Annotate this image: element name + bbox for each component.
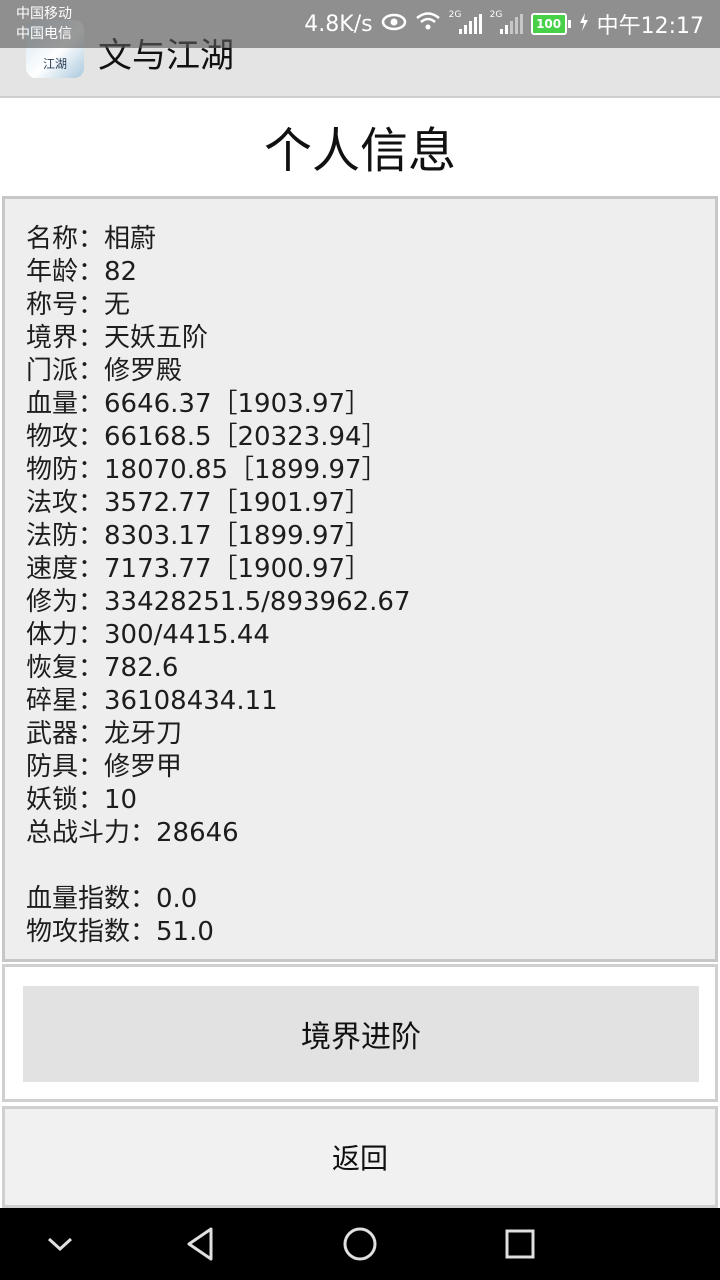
signal-1-label: 2G bbox=[448, 10, 462, 20]
charging-icon bbox=[579, 12, 589, 37]
system-nav-bar bbox=[0, 1208, 720, 1280]
info-magic-defense: 法防：8303.17［1899.97］ bbox=[26, 521, 372, 551]
carrier-2: 中国电信 bbox=[16, 26, 72, 42]
info-demon-lock: 妖锁：10 bbox=[26, 785, 138, 815]
carrier-labels: 中国移动 中国电信 bbox=[16, 4, 72, 44]
battery-level: 100 bbox=[530, 13, 567, 35]
status-bar: 中国移动 中国电信 4.8K/s 2G 2G 100 中午12:17 bbox=[0, 0, 720, 48]
info-panel[interactable]: 名称：相蔚 年龄：82 称号：无 境界：天妖五阶 门派：修罗殿 血量：6646.… bbox=[2, 196, 718, 962]
info-spacer bbox=[26, 850, 715, 883]
info-weapon: 武器：龙牙刀 bbox=[26, 719, 183, 749]
network-speed: 4.8K/s bbox=[304, 11, 373, 37]
status-icons: 4.8K/s 2G 2G 100 中午12:17 bbox=[304, 0, 704, 48]
info-list: 名称：相蔚 年龄：82 称号：无 境界：天妖五阶 门派：修罗殿 血量：6646.… bbox=[5, 199, 715, 949]
realm-advance-button[interactable]: 境界进阶 bbox=[23, 986, 699, 1082]
wifi-icon bbox=[415, 11, 441, 37]
info-phys-defense: 物防：18070.85［1899.97］ bbox=[26, 455, 388, 485]
back-button[interactable]: 返回 bbox=[2, 1106, 718, 1208]
info-age: 年龄：82 bbox=[26, 257, 138, 287]
signal-2-label: 2G bbox=[489, 10, 503, 20]
info-hp: 血量：6646.37［1903.97］ bbox=[26, 389, 372, 419]
advance-container: 境界进阶 bbox=[2, 964, 718, 1102]
app-logo-text: 江湖 bbox=[42, 57, 67, 71]
back-triangle-icon[interactable] bbox=[178, 1222, 222, 1266]
battery-icon: 100 bbox=[530, 13, 571, 35]
signal-1-icon: 2G bbox=[449, 10, 482, 34]
info-star-shards: 碎星：36108434.11 bbox=[26, 686, 278, 716]
info-sect: 门派：修罗殿 bbox=[26, 356, 183, 386]
recents-square-icon[interactable] bbox=[498, 1222, 542, 1266]
info-cultivation: 修为：33428251.5/893962.67 bbox=[26, 587, 411, 617]
clock: 中午12:17 bbox=[596, 14, 704, 39]
info-hp-index: 血量指数：0.0 bbox=[26, 884, 198, 914]
info-stamina: 体力：300/4415.44 bbox=[26, 620, 270, 650]
info-name: 名称：相蔚 bbox=[26, 224, 157, 254]
info-magic-attack: 法攻：3572.77［1901.97］ bbox=[26, 488, 372, 518]
carrier-1: 中国移动 bbox=[16, 6, 72, 22]
home-circle-icon[interactable] bbox=[338, 1222, 382, 1266]
signal-2-icon: 2G bbox=[490, 10, 523, 34]
info-phys-attack-index: 物攻指数：51.0 bbox=[26, 917, 214, 947]
info-armor: 防具：修罗甲 bbox=[26, 752, 183, 782]
eye-icon bbox=[381, 12, 407, 37]
info-phys-attack: 物攻：66168.5［20323.94］ bbox=[26, 422, 388, 452]
info-total-power: 总战斗力：28646 bbox=[26, 818, 239, 848]
page-title: 个人信息 bbox=[0, 98, 720, 194]
info-speed: 速度：7173.77［1900.97］ bbox=[26, 554, 372, 584]
chevron-down-icon[interactable] bbox=[38, 1222, 82, 1266]
info-recovery: 恢复：782.6 bbox=[26, 653, 179, 683]
info-realm: 境界：天妖五阶 bbox=[26, 323, 209, 353]
info-title: 称号：无 bbox=[26, 290, 131, 320]
